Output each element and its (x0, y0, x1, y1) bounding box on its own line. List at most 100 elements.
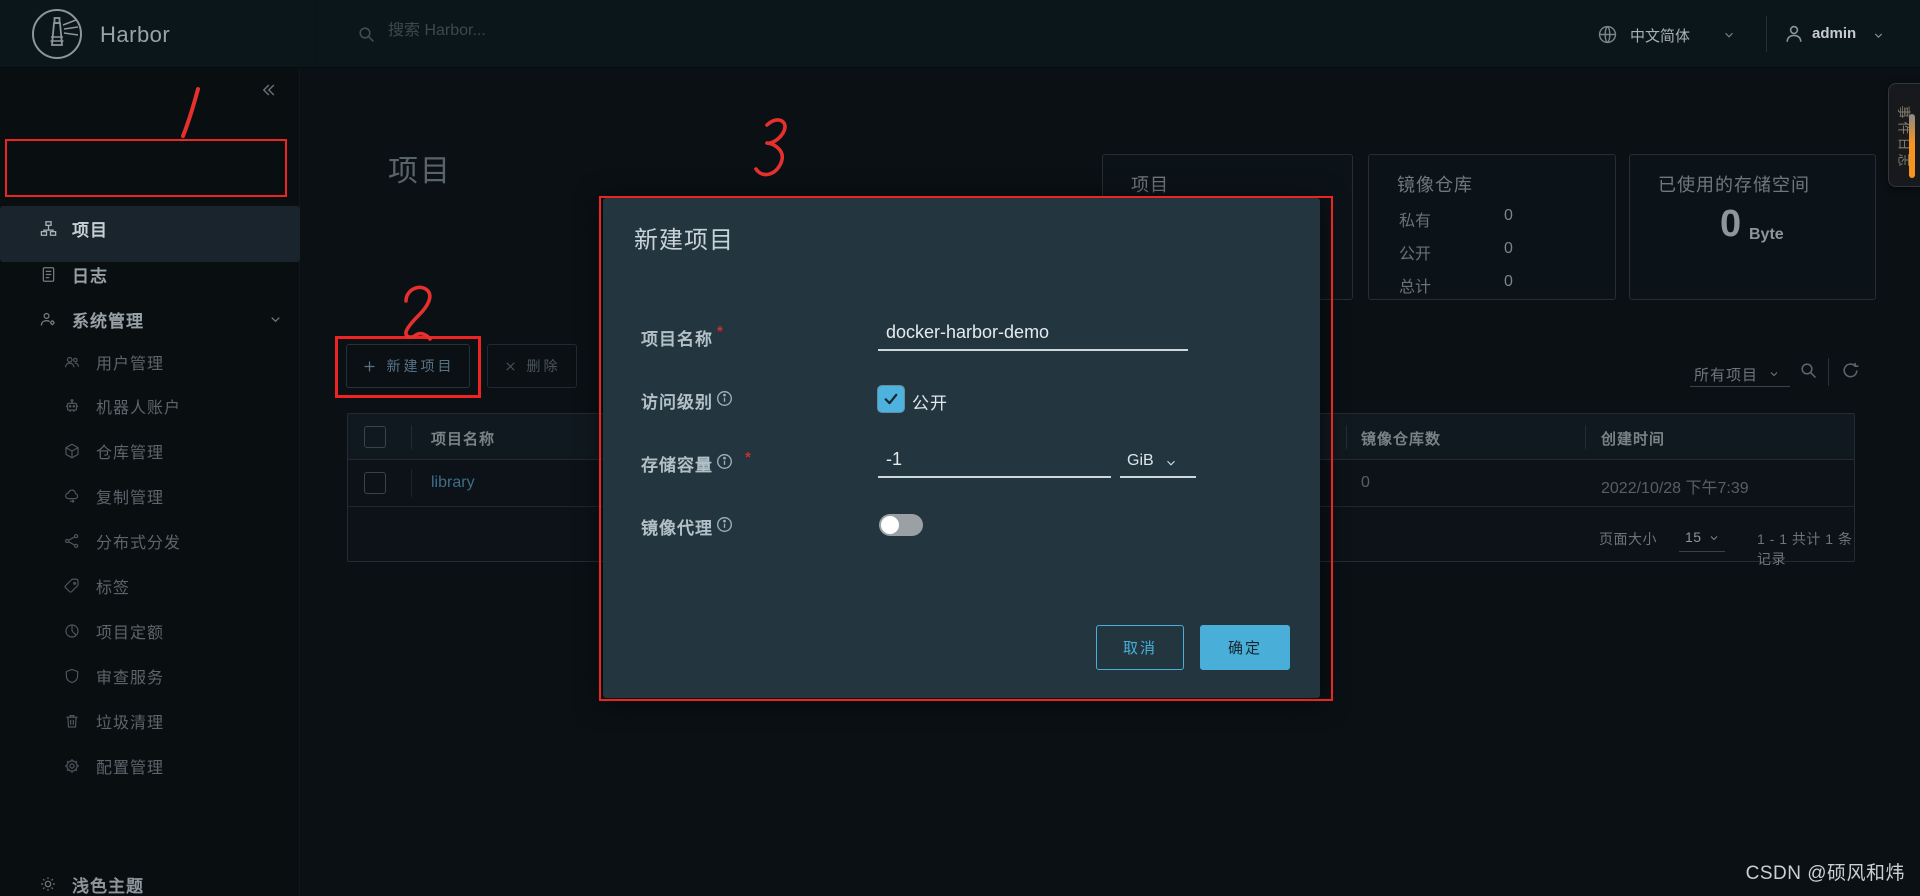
filter-underline (1690, 386, 1790, 387)
cancel-button[interactable]: 取消 (1096, 625, 1184, 670)
new-project-button[interactable]: 新建项目 (346, 344, 470, 388)
sidebar-item-project-quotas[interactable]: 项目定额 (0, 614, 300, 648)
gear-icon (62, 757, 82, 775)
row-checkbox[interactable] (364, 472, 386, 494)
project-filter-select[interactable]: 所有项目 (1694, 364, 1758, 385)
storage-unit-select[interactable]: GiB (1127, 452, 1154, 470)
sidebar-item-administration[interactable]: 系统管理 (0, 302, 300, 336)
storage-info-icon[interactable] (715, 452, 734, 471)
pagination-range: 1 - 1 共计 1 条记录 (1757, 531, 1853, 567)
storage-stat-card: 已使用的存储空间 0 Byte (1629, 154, 1876, 300)
harbor-logo-icon (30, 7, 84, 61)
access-info-icon[interactable] (715, 389, 734, 408)
page-size-label: 页面大小 (1599, 531, 1657, 547)
sidebar-collapse-icon[interactable] (258, 80, 278, 100)
sidebar-item-logs[interactable]: 日志 (0, 257, 300, 291)
robot-icon (62, 397, 82, 415)
storage-quota-input[interactable] (886, 449, 1066, 470)
language-chevron-down-icon[interactable] (1722, 28, 1736, 42)
created-cell: 2022/10/28 下午7:39 (1601, 480, 1749, 497)
sidebar-item-labels[interactable]: 标签 (0, 569, 300, 603)
modal-title: 新建项目 (634, 227, 734, 254)
project-name-input[interactable] (886, 322, 1186, 343)
projects-icon (38, 219, 58, 238)
light-theme-toggle[interactable]: 浅色主题 (0, 867, 300, 896)
repositories-stat-card: 镜像仓库 私有 0 公开 0 总计 0 (1368, 154, 1616, 300)
col-repo-count: 镜像仓库数 (1361, 431, 1442, 448)
plus-icon (362, 359, 377, 374)
repo-count-cell: 0 (1361, 474, 1370, 491)
cube-icon (62, 442, 82, 460)
delete-button[interactable]: 删除 (487, 344, 577, 388)
project-link[interactable]: library (431, 474, 475, 492)
header-checkbox[interactable] (364, 426, 386, 448)
shield-icon (62, 667, 82, 685)
sidebar-item-registries[interactable]: 仓库管理 (0, 434, 300, 468)
name-label: 项目名称 (641, 330, 713, 349)
page-size-chevron-down-icon[interactable] (1708, 532, 1720, 544)
storage-unit: Byte (1749, 226, 1784, 243)
sidebar-item-distributions[interactable]: 分布式分发 (0, 524, 300, 558)
sidebar-item-replications[interactable]: 复制管理 (0, 479, 300, 513)
filter-chevron-down-icon[interactable] (1768, 368, 1780, 380)
watermark: CSDN @硕风和炜 (1745, 863, 1905, 884)
ok-button[interactable]: 确定 (1200, 625, 1290, 670)
sidebar-item-configuration[interactable]: 配置管理 (0, 749, 300, 783)
cloud-replication-icon (62, 487, 82, 505)
table-search-icon[interactable] (1798, 360, 1819, 381)
proxy-toggle[interactable] (879, 514, 923, 536)
brand-title: Harbor (100, 22, 171, 47)
annotation-digit-2 (404, 285, 432, 341)
search-icon (356, 24, 377, 45)
globe-icon (1596, 23, 1619, 46)
sidebar-item-interrogation-services[interactable]: 审查服务 (0, 659, 300, 693)
administration-chevron-down-icon[interactable] (268, 312, 283, 327)
user-icon (1782, 22, 1806, 46)
unit-chevron-down-icon[interactable] (1164, 456, 1178, 470)
log-icon (38, 265, 58, 284)
tag-icon (62, 577, 82, 595)
user-chevron-down-icon[interactable] (1872, 29, 1885, 42)
col-name: 项目名称 (431, 431, 496, 448)
storage-label: 存储容量 (641, 456, 713, 475)
page-size-select[interactable]: 15 (1685, 529, 1702, 545)
total-value: 0 (1504, 273, 1513, 290)
storage-required-mark: * (745, 449, 751, 466)
total-label: 总计 (1399, 279, 1432, 296)
share-nodes-icon (62, 532, 82, 550)
public-checkbox-label: 公开 (912, 394, 948, 413)
sidebar-item-garbage-collection[interactable]: 垃圾清理 (0, 704, 300, 738)
name-required-mark: * (717, 323, 723, 340)
top-header: Harbor 中文简体 admin (0, 0, 1920, 68)
sun-icon (38, 875, 58, 893)
sidebar-item-projects[interactable]: 项目 (0, 211, 300, 245)
event-log-side-tab[interactable]: 事件日志 (1888, 83, 1920, 187)
search-input[interactable] (388, 22, 688, 40)
users-icon (62, 353, 82, 371)
new-project-modal: 新建项目 项目名称 * 访问级别 公开 存储容量 * GiB (603, 198, 1320, 698)
header-divider (316, 0, 317, 68)
quota-pie-icon (62, 622, 82, 640)
refresh-icon[interactable] (1840, 360, 1861, 381)
proxy-label: 镜像代理 (641, 519, 713, 538)
private-value: 0 (1504, 207, 1513, 224)
event-log-orange-bar (1909, 114, 1915, 178)
user-menu[interactable]: admin (1812, 25, 1856, 42)
trash-icon (62, 712, 82, 730)
public-checkbox[interactable] (878, 386, 904, 412)
private-label: 私有 (1399, 213, 1432, 230)
public-label: 公开 (1399, 246, 1432, 263)
header-right-divider (1766, 16, 1767, 52)
sidebar-item-users[interactable]: 用户管理 (0, 345, 300, 379)
admin-user-gear-icon (38, 310, 58, 329)
close-icon (504, 360, 517, 373)
language-selector[interactable]: 中文简体 (1630, 25, 1690, 46)
sidebar-item-robot-accounts[interactable]: 机器人账户 (0, 389, 300, 423)
storage-value: 0 (1720, 203, 1742, 245)
proxy-info-icon[interactable] (715, 515, 734, 534)
public-value: 0 (1504, 240, 1513, 257)
filter-divider (1828, 358, 1829, 386)
access-label: 访问级别 (641, 393, 713, 412)
sidebar-nav: 项目 日志 系统管理 用户管理 机器人账户 仓库管理 复制管理 分布式分发 标签… (0, 68, 300, 896)
page-title: 项目 (388, 155, 452, 188)
